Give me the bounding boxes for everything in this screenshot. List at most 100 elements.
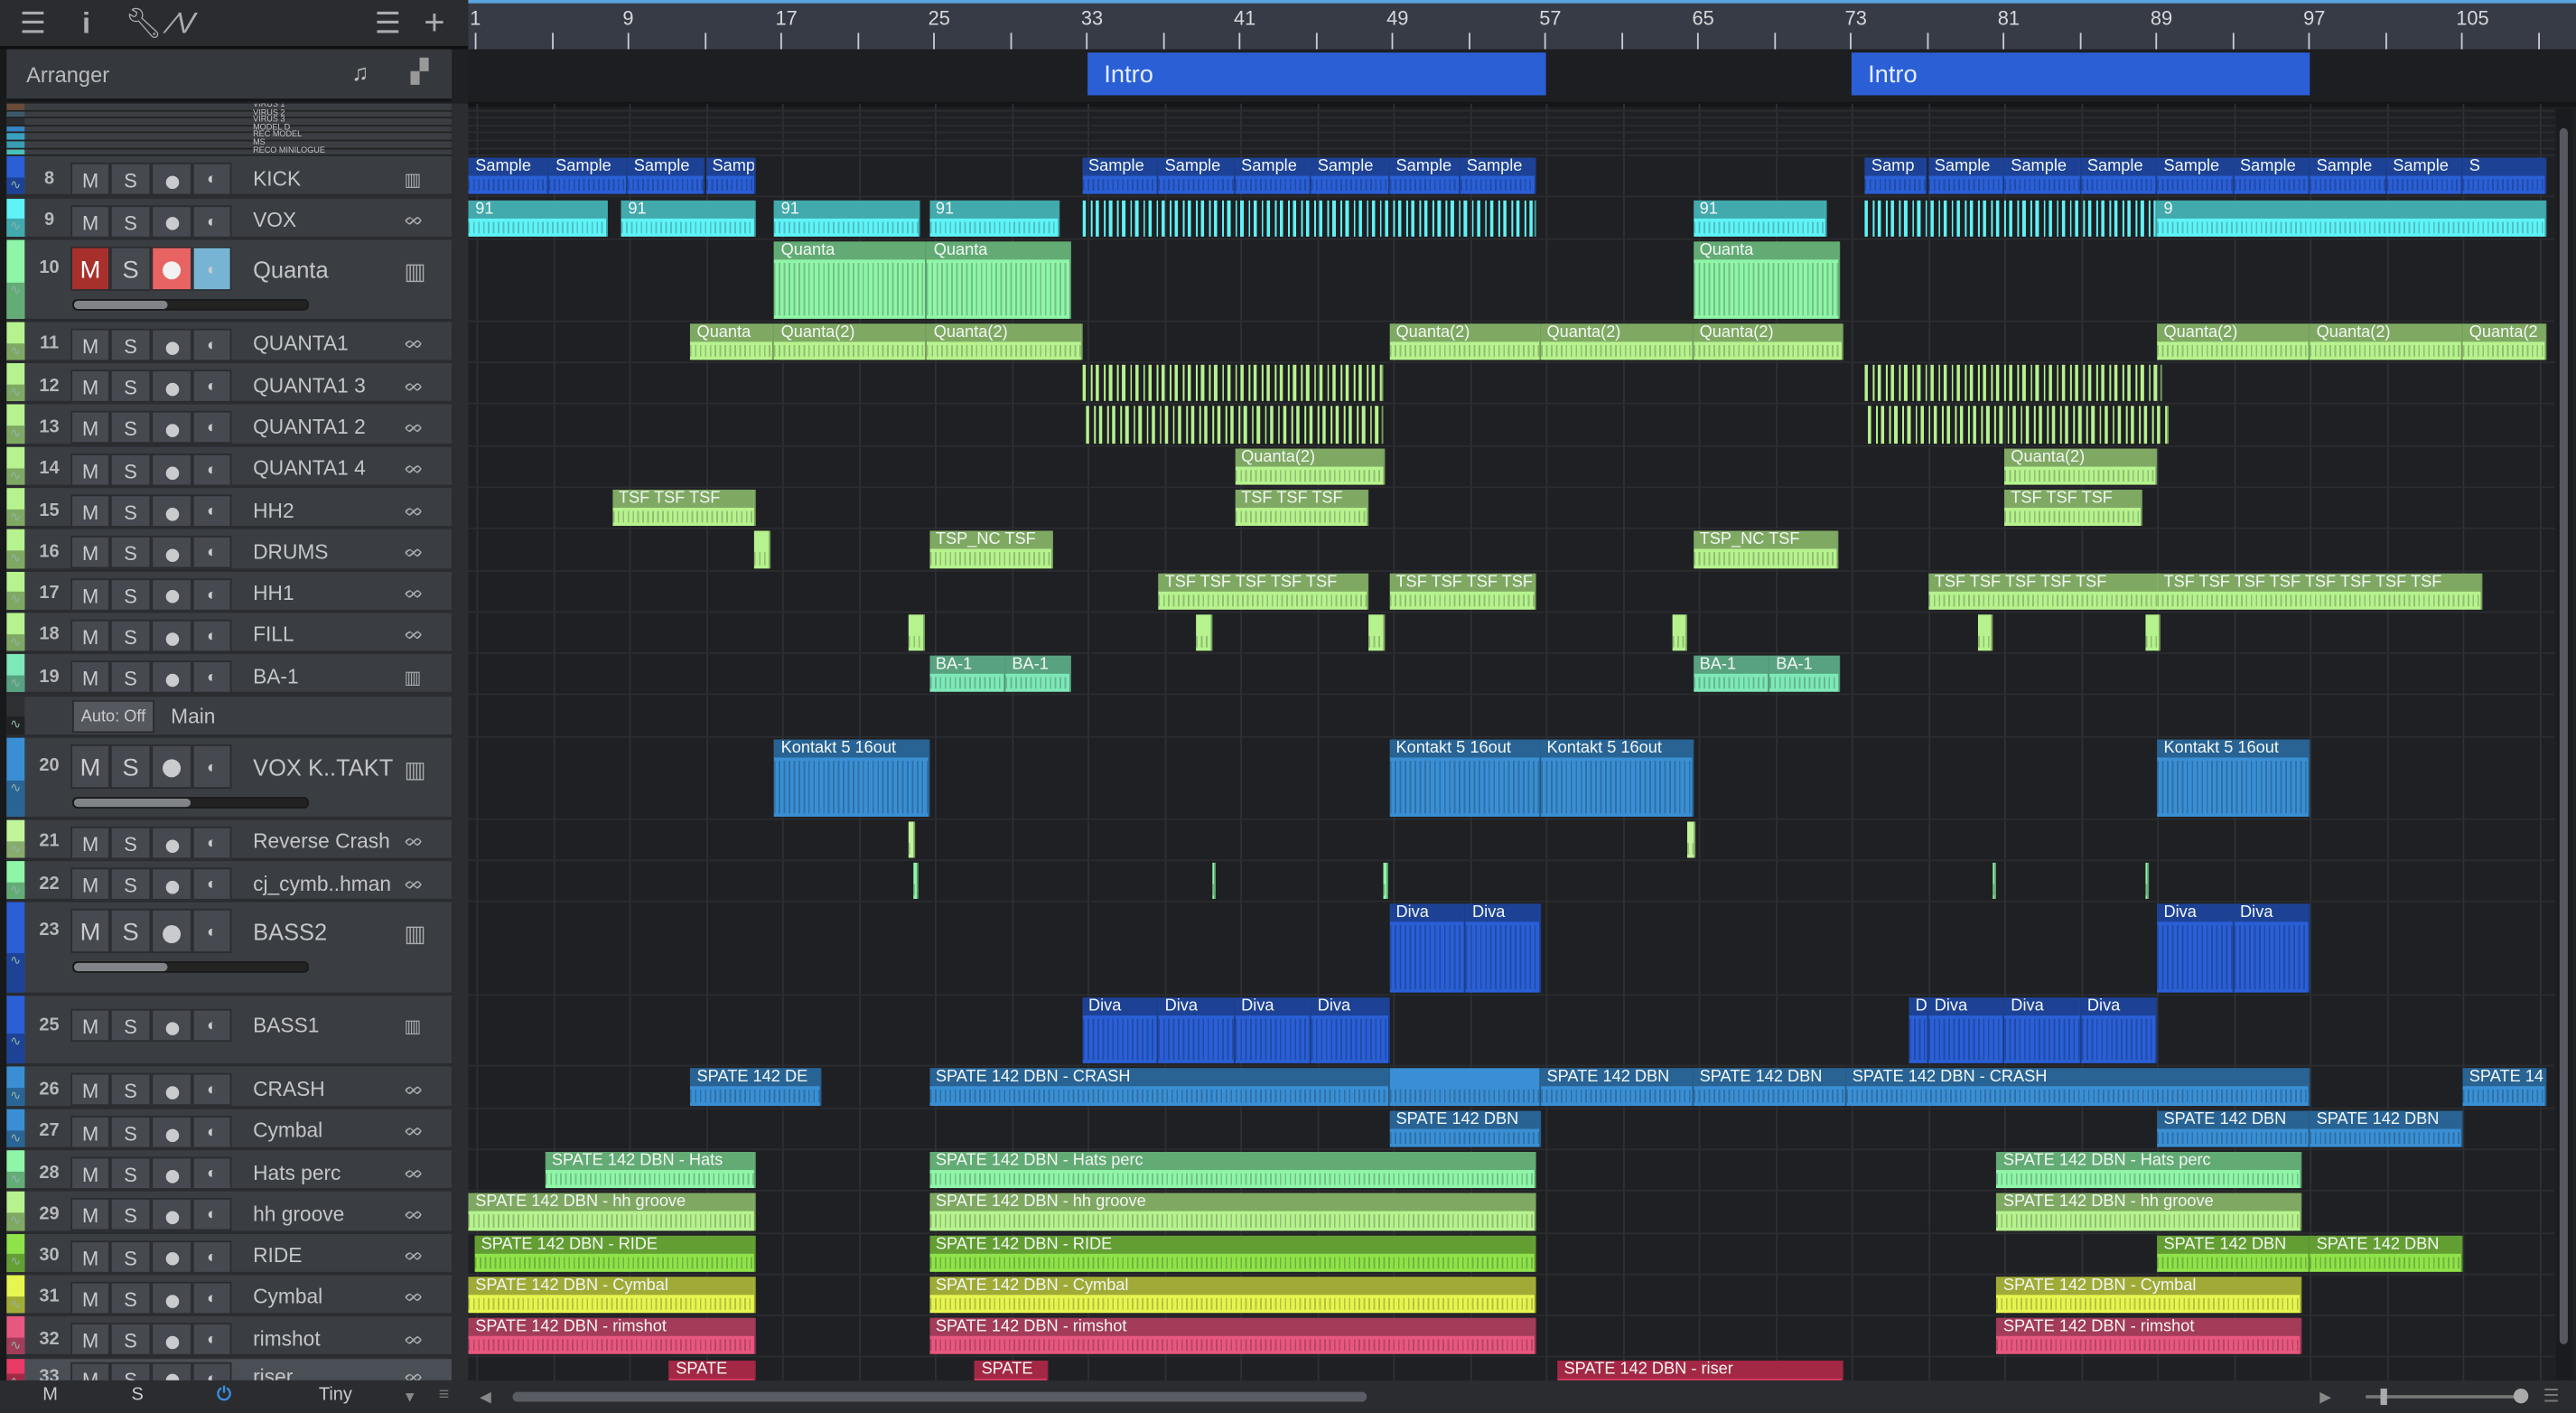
monitor-button[interactable]: ◐: [191, 494, 232, 528]
clip[interactable]: Div: [1909, 997, 1928, 1064]
record-arm-button[interactable]: [151, 744, 192, 789]
solo-button[interactable]: S: [109, 204, 152, 238]
clip[interactable]: Diva: [1465, 904, 1541, 994]
monitor-button[interactable]: ◐: [191, 1009, 232, 1043]
timeline-ruler[interactable]: 1 9 17 25 33 41 49 57 65 73 81 89 97 105: [468, 0, 2576, 50]
automation-icon[interactable]: ∿: [6, 882, 25, 900]
mute-button[interactable]: M: [70, 577, 110, 611]
track-name[interactable]: BASS1: [253, 1014, 319, 1036]
clip[interactable]: Quanta(2): [1540, 323, 1694, 360]
clip[interactable]: 91: [469, 199, 609, 237]
track-header[interactable]: ∿ 15 M S ◐ HH2 ᨖ: [6, 488, 453, 530]
clip[interactable]: S: [2462, 157, 2547, 195]
clip[interactable]: SPATE 142 DBN - Cymbal: [1996, 1277, 2302, 1314]
mini-track-lane[interactable]: [468, 111, 2555, 119]
clip[interactable]: SPATE 142 DBN - Hats perc: [1996, 1152, 2302, 1189]
clip[interactable]: TSP_NC TSF: [1693, 531, 1839, 568]
automation-icon[interactable]: ∿: [6, 283, 25, 319]
mute-all-button[interactable]: M: [42, 1385, 58, 1405]
mute-button[interactable]: M: [70, 1323, 110, 1356]
clip[interactable]: Quanta(2): [774, 323, 928, 360]
record-arm-button[interactable]: [151, 370, 192, 403]
record-arm-button[interactable]: [151, 411, 192, 444]
clip[interactable]: SPATE 142 DBN: [2157, 1235, 2310, 1272]
mute-button[interactable]: M: [70, 867, 110, 901]
track-header[interactable]: ∿33MS◐riserᨖ: [6, 1358, 453, 1380]
track-name[interactable]: QUANTA1 3: [253, 374, 366, 397]
track-lane[interactable]: TSF TSF TSF TSF TSF TSF TSF TSF TSF TSF TS…: [468, 571, 2555, 613]
record-arm-button[interactable]: [151, 453, 192, 486]
mini-track-header[interactable]: MODEL D: [6, 124, 453, 135]
clip[interactable]: Samp: [705, 157, 756, 195]
track-name[interactable]: Quanta: [253, 256, 329, 282]
record-arm-button[interactable]: [151, 1361, 192, 1380]
track-header[interactable]: ∿ 20 M S ◐ VOX K..TAKT ▥: [6, 737, 453, 820]
mute-button[interactable]: M: [70, 1009, 110, 1043]
folder-track-header[interactable]: ∿ Auto: Off Main: [6, 696, 453, 738]
clip[interactable]: [753, 531, 771, 568]
clip[interactable]: Diva: [1234, 997, 1311, 1064]
automation-icon[interactable]: ∿: [6, 384, 25, 402]
solo-button[interactable]: S: [109, 1198, 152, 1231]
wrench-icon[interactable]: 🔧︎: [125, 5, 163, 41]
clip[interactable]: TSF TSF TSF TSF TSF: [1927, 573, 2161, 610]
clip[interactable]: Diva: [2233, 904, 2310, 994]
solo-button[interactable]: S: [109, 1240, 152, 1273]
monitor-button[interactable]: ◐: [191, 619, 232, 652]
clip[interactable]: BA-1: [1005, 656, 1071, 693]
arranger-section[interactable]: Intro: [1851, 52, 2310, 96]
track-header[interactable]: ∿ 26 M S ◐ CRASH ᨖ: [6, 1067, 453, 1109]
solo-button[interactable]: S: [109, 577, 152, 611]
track-header[interactable]: ∿ 22 M S ◐ cj_cymb..hman ᨖ: [6, 861, 453, 903]
automation-icon[interactable]: ∿: [6, 675, 25, 693]
mini-track-header[interactable]: VIRUS 1: [6, 103, 453, 111]
vertical-scroll-thumb[interactable]: [2559, 127, 2568, 1344]
clip[interactable]: SPATE 142 DBN: [1389, 1109, 1541, 1147]
automation-icon[interactable]: ∿: [6, 342, 25, 360]
track-lane[interactable]: [468, 405, 2555, 447]
clip[interactable]: SPATE 142 DBN - riser: [1557, 1360, 1844, 1380]
track-lane[interactable]: TSF TSF TSF TSF TSF TSF TSF TSF TSF: [468, 488, 2555, 530]
record-arm-button[interactable]: [151, 1323, 192, 1356]
chevron-down-icon[interactable]: ▼: [403, 1389, 417, 1405]
automation-icon[interactable]: ∿: [6, 1337, 25, 1355]
clip[interactable]: Sample: [469, 157, 549, 195]
track-header[interactable]: ∿ 10 M S ◐ Quanta ▥: [6, 239, 453, 323]
record-arm-button[interactable]: [151, 1115, 192, 1148]
mute-button[interactable]: M: [70, 1115, 110, 1148]
clip[interactable]: [913, 863, 918, 900]
track-header[interactable]: ∿ 30 M S ◐ RIDE ᨖ: [6, 1233, 453, 1276]
clip[interactable]: Sample: [2385, 157, 2463, 195]
mute-button[interactable]: M: [70, 328, 110, 361]
solo-button[interactable]: S: [109, 1361, 152, 1380]
clip[interactable]: Kontakt 5 16out: [2157, 739, 2310, 817]
mute-button[interactable]: M: [70, 536, 110, 569]
record-arm-button[interactable]: [151, 494, 192, 528]
clip[interactable]: SPATE 142 DBN - Cymbal: [929, 1277, 1536, 1314]
track-header[interactable]: ∿ 21 M S ◐ Reverse Crash ᨖ: [6, 819, 453, 862]
solo-button[interactable]: S: [109, 1115, 152, 1148]
mini-track-header[interactable]: MS: [6, 139, 453, 149]
track-header[interactable]: ∿ 29 M S ◐ hh groove ᨖ: [6, 1192, 453, 1234]
track-name[interactable]: QUANTA1 4: [253, 457, 366, 480]
track-header[interactable]: ∿ 14 M S ◐ QUANTA1 4 ᨖ: [6, 446, 453, 489]
clip[interactable]: TSP_NC TSF: [929, 531, 1054, 568]
track-name[interactable]: cj_cymb..hman: [253, 872, 391, 894]
clip[interactable]: Quanta: [690, 323, 775, 360]
monitor-button[interactable]: ◐: [191, 1115, 232, 1148]
track-name[interactable]: rimshot: [253, 1327, 321, 1350]
record-arm-button[interactable]: [151, 867, 192, 901]
clip[interactable]: SPATE: [975, 1360, 1048, 1380]
track-header[interactable]: ∿ 11 M S ◐ QUANTA1 ᨖ: [6, 322, 453, 364]
solo-button[interactable]: S: [109, 744, 152, 789]
mute-button[interactable]: M: [70, 494, 110, 528]
mini-track-lane[interactable]: [468, 126, 2555, 135]
clip[interactable]: SPATE 142 DBN - rimshot: [469, 1318, 756, 1355]
arranger-track[interactable]: Intro Intro: [468, 49, 2576, 108]
clip[interactable]: Kontakt 5 16out: [1540, 739, 1694, 817]
mute-button[interactable]: M: [70, 1240, 110, 1273]
mute-button[interactable]: M: [70, 1198, 110, 1231]
track-name[interactable]: hh groove: [253, 1202, 344, 1225]
track-lane[interactable]: Quanta(2) Quanta(2): [468, 446, 2555, 489]
monitor-button[interactable]: ◐: [191, 328, 232, 361]
